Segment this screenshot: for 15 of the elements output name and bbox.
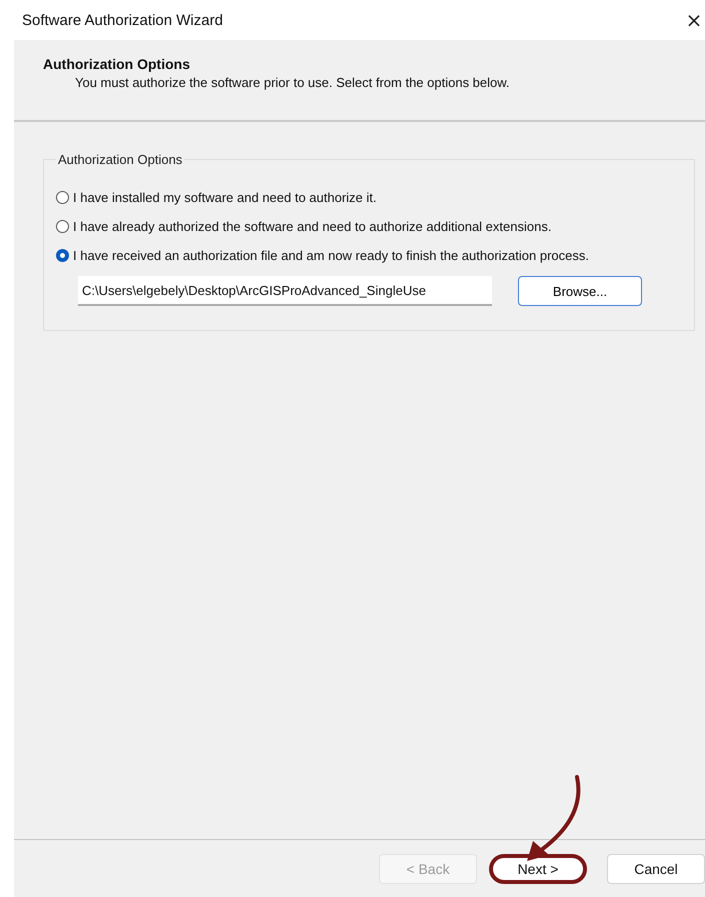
radio-button[interactable] xyxy=(56,220,69,233)
radio-button[interactable] xyxy=(56,249,69,262)
header-title: Authorization Options xyxy=(43,56,191,72)
window-title: Software Authorization Wizard xyxy=(22,12,223,28)
radio-option[interactable]: I have installed my software and need to authorize it. xyxy=(56,189,684,206)
close-button[interactable]: × xyxy=(685,9,703,31)
radio-option[interactable]: I have received an authorization file and am now ready to finish the authorization process. xyxy=(56,247,684,264)
header-subtitle: You must authorize the software prior to use. Select from the options below. xyxy=(75,75,511,90)
group-legend: Authorization Options xyxy=(56,152,184,167)
file-path-field[interactable]: C:\Users\elgebely\Desktop\ArcGISProAdvanced_SingleUse xyxy=(78,276,492,306)
browse-button[interactable]: Browse... xyxy=(518,276,642,306)
wizard-button[interactable]: Cancel xyxy=(607,854,705,884)
wizard-button[interactable]: Next > xyxy=(489,854,587,884)
radio-option[interactable]: I have already authorized the software and need to authorize additional extensions. xyxy=(56,218,684,235)
radio-button[interactable] xyxy=(56,191,69,204)
